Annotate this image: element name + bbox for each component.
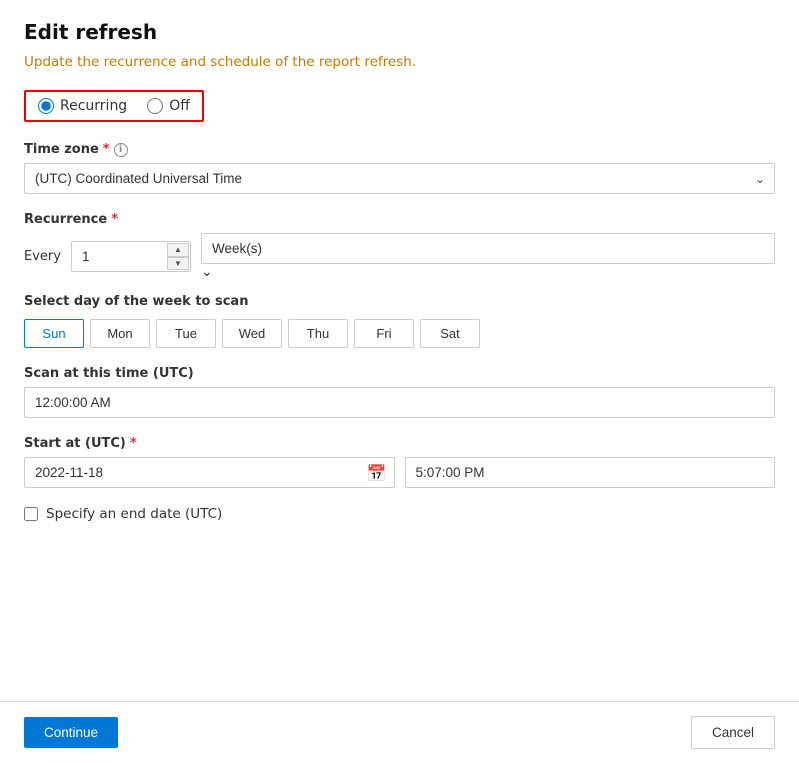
footer: Continue Cancel — [0, 701, 799, 763]
period-select[interactable]: Day(s) Week(s) Month(s) — [201, 233, 775, 264]
end-date-row: Specify an end date (UTC) — [24, 506, 775, 522]
period-chevron-icon: ⌄ — [201, 264, 213, 280]
timezone-label: Time zone * i — [24, 142, 775, 157]
days-label: Select day of the week to scan — [24, 294, 775, 309]
page-subtitle: Update the recurrence and schedule of th… — [24, 54, 775, 70]
days-section: Select day of the week to scan Sun Mon T… — [24, 294, 775, 348]
day-wed[interactable]: Wed — [222, 319, 282, 348]
scan-time-input[interactable] — [24, 387, 775, 418]
timezone-required: * — [103, 142, 110, 157]
start-at-label: Start at (UTC) * — [24, 436, 775, 451]
scan-time-label: Scan at this time (UTC) — [24, 366, 775, 381]
timezone-info-icon[interactable]: i — [114, 143, 128, 157]
every-decrement[interactable]: ▼ — [167, 257, 189, 271]
page-title: Edit refresh — [24, 20, 775, 44]
recurring-label: Recurring — [60, 98, 127, 114]
date-wrapper: 📅 — [24, 457, 395, 488]
cancel-button[interactable]: Cancel — [691, 716, 775, 749]
day-sun[interactable]: Sun — [24, 319, 84, 348]
timezone-select-wrapper: (UTC) Coordinated Universal Time (UTC-08… — [24, 163, 775, 194]
every-spinners: ▲ ▼ — [167, 243, 189, 270]
timezone-select[interactable]: (UTC) Coordinated Universal Time (UTC-08… — [24, 163, 775, 194]
recurrence-row: Every ▲ ▼ Day(s) Week(s) Month(s) ⌄ — [24, 233, 775, 280]
start-date-input[interactable] — [24, 457, 395, 488]
end-date-checkbox[interactable] — [24, 507, 38, 521]
scan-time-section: Scan at this time (UTC) — [24, 366, 775, 418]
start-at-row: 📅 — [24, 457, 775, 488]
every-label: Every — [24, 249, 61, 264]
start-time-input[interactable] — [405, 457, 776, 488]
recurring-option[interactable]: Recurring — [38, 98, 127, 114]
off-option[interactable]: Off — [147, 98, 190, 114]
start-time-wrapper — [405, 457, 776, 488]
day-thu[interactable]: Thu — [288, 319, 348, 348]
start-at-required: * — [130, 436, 137, 451]
every-increment[interactable]: ▲ — [167, 243, 189, 257]
day-tue[interactable]: Tue — [156, 319, 216, 348]
day-sat[interactable]: Sat — [420, 319, 480, 348]
start-at-section: Start at (UTC) * 📅 — [24, 436, 775, 488]
period-select-wrapper: Day(s) Week(s) Month(s) ⌄ — [201, 233, 775, 280]
off-label: Off — [169, 98, 190, 114]
day-mon[interactable]: Mon — [90, 319, 150, 348]
day-buttons: Sun Mon Tue Wed Thu Fri Sat — [24, 319, 775, 348]
end-date-label[interactable]: Specify an end date (UTC) — [46, 506, 222, 522]
every-input-wrapper: ▲ ▼ — [71, 241, 191, 272]
off-radio[interactable] — [147, 98, 163, 114]
continue-button[interactable]: Continue — [24, 717, 118, 748]
recurrence-label: Recurrence * — [24, 212, 775, 227]
recurrence-radio-group: Recurring Off — [24, 90, 204, 122]
timezone-section: Time zone * i (UTC) Coordinated Universa… — [24, 142, 775, 194]
recurrence-required: * — [111, 212, 118, 227]
recurring-radio[interactable] — [38, 98, 54, 114]
recurrence-section: Recurrence * Every ▲ ▼ Day(s) Week(s) Mo… — [24, 212, 775, 348]
day-fri[interactable]: Fri — [354, 319, 414, 348]
